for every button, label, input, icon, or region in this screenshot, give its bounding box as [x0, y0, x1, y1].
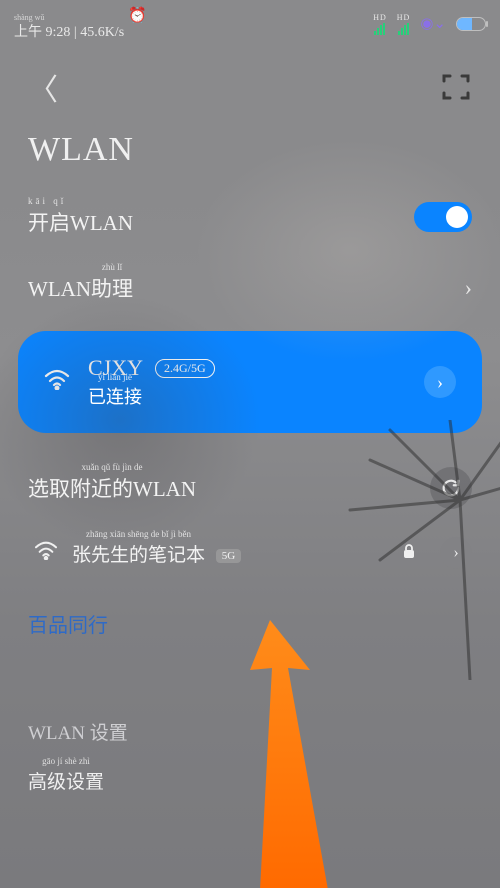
wlan-assistant-row[interactable]: WLANzhù lǐ助理 ›	[0, 255, 500, 321]
alarm-icon: ⏰	[128, 6, 147, 25]
connected-network-card[interactable]: CJXY 2.4G/5G yǐ lián jiē已连接 ›	[18, 331, 482, 433]
band-badge: 5G	[216, 549, 241, 563]
wlan-assistant-label: WLANzhù lǐ助理	[28, 273, 133, 303]
network-details-button[interactable]: ›	[424, 366, 456, 398]
battery-icon	[456, 17, 486, 31]
enable-wlan-row[interactable]: kāi qǐ 开启WLAN	[0, 179, 500, 255]
watermark-text: 百品同行	[0, 589, 500, 658]
page-title: WLAN	[0, 117, 500, 179]
nearby-label: xuǎn qǔ fù jìn de选取附近的WLAN	[28, 473, 196, 503]
network-ssid: zhāng xiān shēng de bǐ jì běn张先生的笔记本 5G	[72, 540, 388, 567]
time-pinyin: shàng wǔ	[14, 14, 124, 21]
advanced-settings-row[interactable]: gāo jí shè zhì高级设置	[0, 755, 500, 806]
connected-status: 已连接	[88, 383, 142, 409]
back-button[interactable]: 〈	[28, 65, 58, 109]
status-left: shàng wǔ 上午 9:28 | 45.6K/s ⏰	[14, 6, 147, 41]
status-bar: shàng wǔ 上午 9:28 | 45.6K/s ⏰ HD HD ◉⌄	[0, 0, 500, 43]
network-row[interactable]: zhāng xiān shēng de bǐ jì běn张先生的笔记本 5G …	[0, 517, 500, 589]
wlan-toggle[interactable]	[414, 202, 472, 232]
refresh-button[interactable]	[430, 467, 472, 509]
wifi-icon	[44, 368, 70, 397]
clock-text: 上午 9:28 | 45.6K/s	[14, 25, 124, 40]
connected-network-info: CJXY 2.4G/5G yǐ lián jiē已连接	[88, 355, 406, 409]
scan-qr-button[interactable]	[440, 71, 472, 103]
wifi-status-icon: ◉⌄	[420, 14, 446, 33]
lock-icon	[402, 543, 416, 564]
band-badge: 2.4G/5G	[155, 359, 215, 378]
wifi-icon	[34, 540, 58, 566]
sim1-signal: HD	[373, 13, 387, 35]
wlan-settings-row[interactable]: WLAN 设置	[0, 658, 500, 755]
sim2-signal: HD	[397, 13, 411, 35]
network-details-button[interactable]: ›	[440, 537, 472, 569]
nearby-section-header: xuǎn qǔ fù jìn de选取附近的WLAN	[0, 459, 500, 517]
enable-wlan-label: kāi qǐ 开启WLAN	[28, 197, 133, 237]
status-right: HD HD ◉⌄	[373, 13, 486, 35]
header: 〈	[0, 43, 500, 117]
chevron-right-icon: ›	[465, 275, 472, 301]
